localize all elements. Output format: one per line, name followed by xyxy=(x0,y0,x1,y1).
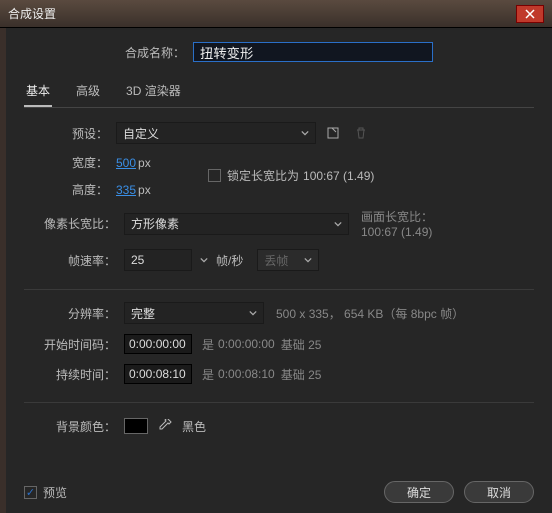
resolution-label: 分辨率： xyxy=(24,305,116,322)
dialog-title: 合成设置 xyxy=(8,5,56,22)
chevron-down-icon xyxy=(301,129,309,137)
dropframe-select: 丢帧 xyxy=(257,249,319,271)
duration-input[interactable] xyxy=(124,364,192,384)
par-label: 像素长宽比： xyxy=(24,215,116,232)
frame-aspect-value: 100:67 (1.49) xyxy=(361,225,433,239)
chevron-down-icon xyxy=(304,256,312,264)
lock-aspect-ratio: 100:67 (1.49) xyxy=(303,169,374,183)
framerate-label: 帧速率： xyxy=(24,252,116,269)
close-icon xyxy=(525,9,535,19)
starttc-label: 开始时间码： xyxy=(24,336,116,353)
resolution-value: 完整 xyxy=(131,305,155,322)
eyedropper-button[interactable] xyxy=(154,415,176,437)
preview-checkbox[interactable] xyxy=(24,486,37,499)
comp-name-input[interactable] xyxy=(193,42,433,62)
lock-aspect-checkbox[interactable] xyxy=(208,169,221,182)
trash-icon xyxy=(354,126,368,140)
par-value: 方形像素 xyxy=(131,215,179,232)
width-label: 宽度： xyxy=(48,154,108,171)
duration-label: 持续时间： xyxy=(24,366,116,383)
width-unit: px xyxy=(138,156,151,170)
framerate-select[interactable]: 25 xyxy=(124,249,192,271)
height-input[interactable]: 335 xyxy=(116,183,136,197)
eyedropper-icon xyxy=(158,419,172,433)
par-select[interactable]: 方形像素 xyxy=(124,213,349,235)
frame-aspect: 画面长宽比： 100:67 (1.49) xyxy=(361,208,433,239)
save-preset-button[interactable] xyxy=(322,122,344,144)
bgcolor-swatch[interactable] xyxy=(124,418,148,434)
width-input[interactable]: 500 xyxy=(116,156,136,170)
lock-aspect-label: 锁定长宽比为 xyxy=(227,167,299,184)
bgcolor-label: 背景颜色： xyxy=(24,418,116,435)
framerate-unit: 帧/秒 xyxy=(216,252,243,269)
comp-name-label: 合成名称： xyxy=(125,44,185,61)
starttc-base: 0:00:00:00 xyxy=(218,337,275,351)
close-button[interactable] xyxy=(516,5,544,23)
chevron-down-icon xyxy=(200,256,208,264)
save-preset-icon xyxy=(326,126,340,140)
tab-renderer[interactable]: 3D 渲染器 xyxy=(124,78,183,107)
preview-label: 预览 xyxy=(43,484,67,501)
starttc-input[interactable] xyxy=(124,334,192,354)
bgcolor-name: 黑色 xyxy=(182,418,206,435)
height-unit: px xyxy=(138,183,151,197)
chevron-down-icon xyxy=(249,309,257,317)
cancel-button[interactable]: 取消 xyxy=(464,481,534,503)
resolution-select[interactable]: 完整 xyxy=(124,302,264,324)
starttc-basis: 基础 25 xyxy=(281,336,322,353)
tab-advanced[interactable]: 高级 xyxy=(74,78,102,107)
ok-button[interactable]: 确定 xyxy=(384,481,454,503)
duration-basis: 基础 25 xyxy=(281,366,322,383)
height-label: 高度： xyxy=(48,181,108,198)
dropframe-value: 丢帧 xyxy=(264,252,288,269)
preset-label: 预设： xyxy=(48,125,108,142)
starttc-is: 是 xyxy=(202,336,214,353)
preset-value: 自定义 xyxy=(123,125,159,142)
duration-base: 0:00:08:10 xyxy=(218,367,275,381)
delete-preset-button[interactable] xyxy=(350,122,372,144)
duration-is: 是 xyxy=(202,366,214,383)
framerate-value: 25 xyxy=(131,253,144,267)
frame-aspect-label: 画面长宽比： xyxy=(361,208,433,225)
chevron-down-icon xyxy=(334,220,342,228)
preset-select[interactable]: 自定义 xyxy=(116,122,316,144)
resolution-info: 500 x 335， 654 KB（每 8bpc 帧） xyxy=(276,305,464,322)
tab-basic[interactable]: 基本 xyxy=(24,78,52,107)
